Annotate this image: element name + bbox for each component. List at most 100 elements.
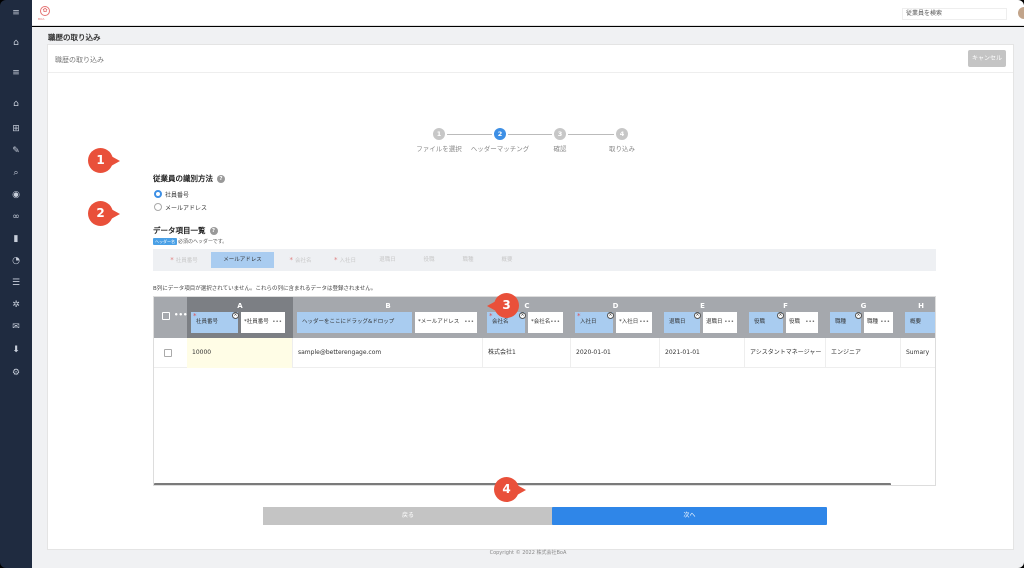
step-2-indicator[interactable]: 2 <box>494 128 506 140</box>
gauge-icon[interactable]: ◔ <box>0 254 32 268</box>
column-header-g: G 職種 × 職種 ••• <box>826 297 901 338</box>
data-item-chip[interactable]: * 入社日 <box>325 252 365 268</box>
step-4-label: 取り込み <box>609 145 635 153</box>
home-icon[interactable]: ⌂ <box>0 97 32 111</box>
gear-badge-icon[interactable]: ✲ <box>0 298 32 312</box>
remove-mapping-icon[interactable]: × <box>694 312 701 319</box>
more-options-icon[interactable]: ••• <box>272 312 282 333</box>
help-icon[interactable]: ? <box>209 227 218 235</box>
unmapped-notice: B列にデータ項目が選択されていません。これらの列に含まれるデータは登録されません… <box>153 286 377 292</box>
more-options-icon[interactable]: ••• <box>724 312 734 333</box>
chip-label: 入社日 <box>339 258 356 264</box>
select-all-checkbox[interactable] <box>162 312 170 320</box>
more-options-icon[interactable]: ••• <box>880 312 890 333</box>
table-header: ••• A * 社員番号 × *社員番号 ••• B ヘッダーをここにドラッグ&ドロップ *メー… <box>154 297 935 338</box>
cancel-button[interactable]: キャンセル <box>968 50 1006 67</box>
mapped-header-label: 退職日 <box>669 319 686 325</box>
step-1-indicator[interactable]: 1 <box>433 128 445 140</box>
column-header-a: A * 社員番号 × *社員番号 ••• <box>187 297 293 338</box>
mapped-header-drop-zone[interactable]: * 社員番号 <box>191 312 238 333</box>
radio-email[interactable] <box>154 203 162 211</box>
more-options-icon[interactable]: ••• <box>464 312 474 333</box>
step-3-label: 確認 <box>553 145 567 153</box>
column-letter: D <box>612 302 619 310</box>
data-item-chip[interactable]: 役職 <box>410 252 448 268</box>
employee-search-input[interactable]: 従業員を検索 <box>902 8 1007 20</box>
step-3-indicator[interactable]: 3 <box>554 128 566 140</box>
chip-label: 概要 <box>501 257 513 263</box>
mail-icon[interactable]: ✉ <box>0 320 32 334</box>
callout-4: 4 <box>494 477 526 502</box>
file-header-field[interactable]: 役職 ••• <box>786 312 818 333</box>
file-header-label: *社員番号 <box>244 319 269 325</box>
card-header: 職歴の取り込み キャンセル <box>48 45 1013 73</box>
column-header-d: D * 入社日 × *入社日 ••• <box>571 297 660 338</box>
avatar[interactable] <box>1018 7 1024 19</box>
mapped-header-label: 社員番号 <box>196 319 219 325</box>
list-icon[interactable]: ☰ <box>0 276 32 290</box>
remove-mapping-icon[interactable]: × <box>855 312 862 319</box>
back-button[interactable]: 戻る <box>263 507 553 525</box>
file-header-field[interactable]: 職種 ••• <box>864 312 893 333</box>
row-checkbox[interactable] <box>164 349 172 357</box>
chip-label: 会社名 <box>294 258 312 264</box>
more-options-icon[interactable]: ••• <box>805 312 815 333</box>
radio-employee-number[interactable] <box>154 190 162 198</box>
remove-mapping-icon[interactable]: × <box>232 312 239 319</box>
file-header-field[interactable]: *メールアドレス ••• <box>415 312 477 333</box>
column-letter: A <box>237 302 243 310</box>
required-badge: ヘッダー名 <box>153 238 177 245</box>
chip-label: 退職日 <box>379 257 396 263</box>
data-items-title-text: データ項目一覧 <box>153 226 206 235</box>
data-item-chip[interactable]: * 社員番号 <box>158 252 210 268</box>
chip-label: 社員番号 <box>175 258 198 264</box>
logo-text: BOA <box>38 17 45 21</box>
data-item-chip[interactable]: メールアドレス <box>211 252 274 268</box>
chart-icon[interactable]: ▮ <box>0 232 32 246</box>
required-asterisk-icon: * <box>333 256 338 264</box>
remove-mapping-icon[interactable]: × <box>519 312 526 319</box>
chat-icon[interactable]: ◉ <box>0 188 32 202</box>
file-header-field[interactable]: *会社名 ••• <box>528 312 563 333</box>
main-area: 職歴の取り込み 職歴の取り込み キャンセル 従業員の識別方法? 社員番号 メール… <box>32 27 1024 568</box>
link-icon[interactable]: ∞ <box>0 210 32 224</box>
required-note: 必須のヘッダーです。 <box>178 239 228 245</box>
more-options-icon[interactable]: ••• <box>550 312 560 333</box>
required-asterisk-icon: * <box>193 312 197 320</box>
mapped-header-drop-zone[interactable]: ヘッダーをここにドラッグ&ドロップ <box>297 312 412 333</box>
data-item-chip-bar: * 社員番号 メールアドレス * 会社名 * 入社日 退職日 役職 職種 概要 <box>153 249 936 271</box>
card-title: 職歴の取り込み <box>55 56 104 64</box>
file-header-field[interactable]: *入社日 ••• <box>616 312 652 333</box>
logo-icon[interactable]: ✿ <box>40 6 50 16</box>
file-header-label: *会社名 <box>531 319 551 325</box>
menu-icon[interactable]: ≡ <box>0 6 32 20</box>
data-item-chip[interactable]: 退職日 <box>366 252 409 268</box>
remove-mapping-icon[interactable]: × <box>777 312 784 319</box>
help-icon[interactable]: ? <box>217 175 225 183</box>
org-icon[interactable]: ⊞ <box>0 122 32 136</box>
required-asterisk-icon: * <box>289 256 293 264</box>
table-cell: 株式会社1 <box>483 338 571 368</box>
home-icon[interactable]: ⌂ <box>0 36 32 50</box>
required-asterisk-icon: * <box>170 256 174 264</box>
identify-title-text: 従業員の識別方法 <box>153 174 213 183</box>
more-options-icon[interactable]: ••• <box>639 312 649 333</box>
download-icon[interactable]: ⬇ <box>0 343 32 357</box>
file-header-field[interactable]: 退職日 ••• <box>703 312 737 333</box>
data-item-chip[interactable]: * 会社名 <box>278 252 323 268</box>
data-item-chip[interactable]: 職種 <box>449 252 487 268</box>
menu-icon[interactable]: ≡ <box>0 66 32 80</box>
data-item-chip[interactable]: 概要 <box>488 252 526 268</box>
settings-icon[interactable]: ⚙ <box>0 366 32 380</box>
remove-mapping-icon[interactable]: × <box>607 312 614 319</box>
mapped-header-label: 入社日 <box>580 319 597 325</box>
user-edit-icon[interactable]: ✎ <box>0 144 32 158</box>
more-options-icon[interactable]: ••• <box>174 311 187 319</box>
next-button[interactable]: 次へ <box>552 507 827 525</box>
file-header-field[interactable]: *社員番号 ••• <box>241 312 285 333</box>
stepper-connector <box>447 134 492 135</box>
table-cell: 10000 <box>187 338 293 368</box>
search-icon[interactable]: ⌕ <box>0 166 32 180</box>
step-4-indicator[interactable]: 4 <box>616 128 628 140</box>
mapped-header-drop-zone[interactable]: 概要 <box>905 312 935 333</box>
